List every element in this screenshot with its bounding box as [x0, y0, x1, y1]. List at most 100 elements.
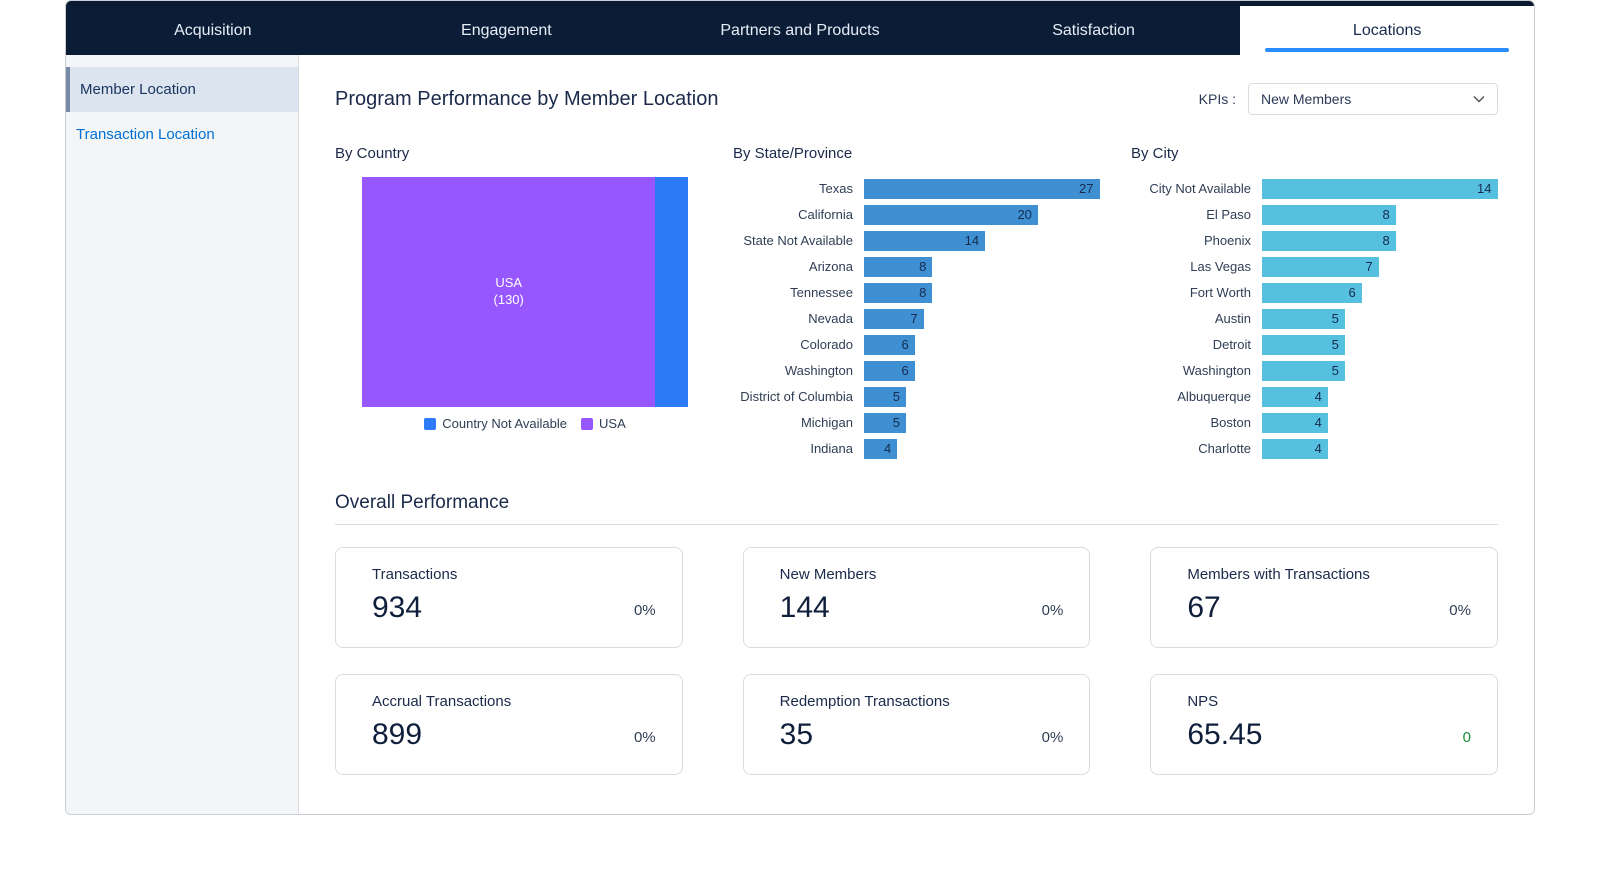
bar-row[interactable]: Boston4	[1131, 410, 1511, 435]
bar[interactable]: 14	[863, 230, 986, 252]
bar-row[interactable]: Fort Worth6	[1131, 280, 1511, 305]
card-label: NPS	[1187, 693, 1262, 710]
bar[interactable]: 8	[1261, 204, 1397, 226]
bar[interactable]: 27	[863, 178, 1101, 200]
bar[interactable]: 6	[863, 334, 916, 356]
bar-label: Phoenix	[1131, 233, 1261, 248]
bar-row[interactable]: California20	[733, 202, 1113, 227]
kpi-card-accrual-transactions[interactable]: Accrual Transactions8990%	[335, 674, 683, 775]
sidebar: Member LocationTransaction Location	[66, 55, 299, 814]
bar[interactable]: 5	[1261, 334, 1346, 356]
bar-row[interactable]: Albuquerque4	[1131, 384, 1511, 409]
bar[interactable]: 7	[1261, 256, 1380, 278]
card-value: 67	[1187, 591, 1370, 625]
bar-row[interactable]: Washington6	[733, 358, 1113, 383]
bar-label: Boston	[1131, 415, 1261, 430]
bar[interactable]: 8	[863, 282, 933, 304]
legend-item[interactable]: Country Not Available	[424, 416, 567, 431]
sidebar-item-member-location[interactable]: Member Location	[66, 67, 298, 112]
bar-track: 14	[863, 230, 1113, 252]
card-delta: 0%	[1042, 729, 1064, 752]
bar-row[interactable]: Phoenix8	[1131, 228, 1511, 253]
bar-label: Tennessee	[733, 285, 863, 300]
bar-row[interactable]: Arizona8	[733, 254, 1113, 279]
bar-row[interactable]: District of Columbia5	[733, 384, 1113, 409]
bar-track: 7	[1261, 256, 1511, 278]
tab-satisfaction[interactable]: Satisfaction	[947, 6, 1241, 55]
kpi-card-transactions[interactable]: Transactions9340%	[335, 547, 683, 648]
bar-track: 8	[1261, 230, 1511, 252]
kpi-select[interactable]: New Members	[1248, 83, 1498, 115]
kpi-card-new-members[interactable]: New Members1440%	[743, 547, 1091, 648]
chart-by-country: By Country USA (130) Country Not Availab…	[335, 145, 715, 462]
bar[interactable]: 5	[863, 386, 907, 408]
bar-row[interactable]: Detroit5	[1131, 332, 1511, 357]
bar[interactable]: 7	[863, 308, 925, 330]
bar[interactable]: 5	[1261, 308, 1346, 330]
bar-list: Texas27California20State Not Available14…	[733, 176, 1113, 461]
bar-label: Colorado	[733, 337, 863, 352]
bar-row[interactable]: Tennessee8	[733, 280, 1113, 305]
bar-row[interactable]: Nevada7	[733, 306, 1113, 331]
bar-row[interactable]: City Not Available14	[1131, 176, 1511, 201]
bar-row[interactable]: Austin5	[1131, 306, 1511, 331]
bar[interactable]: 20	[863, 204, 1039, 226]
bar[interactable]: 6	[1261, 282, 1363, 304]
bar-label: Indiana	[733, 441, 863, 456]
bar-track: 8	[1261, 204, 1511, 226]
bar-row[interactable]: Colorado6	[733, 332, 1113, 357]
bar-track: 5	[1261, 334, 1511, 356]
bar-track: 5	[863, 412, 1113, 434]
bar-label: Michigan	[733, 415, 863, 430]
tab-locations[interactable]: Locations	[1240, 6, 1534, 55]
treemap-segment-na[interactable]	[655, 177, 688, 407]
sidebar-item-transaction-location[interactable]: Transaction Location	[66, 112, 298, 157]
bar-label: Austin	[1131, 311, 1261, 326]
bar-track: 20	[863, 204, 1113, 226]
bar-list: City Not Available14El Paso8Phoenix8Las …	[1131, 176, 1511, 461]
bar-label: Albuquerque	[1131, 389, 1261, 404]
bar[interactable]: 14	[1261, 178, 1499, 200]
kpi-card-nps[interactable]: NPS65.450	[1150, 674, 1498, 775]
bar[interactable]: 5	[863, 412, 907, 434]
bar-track: 5	[1261, 360, 1511, 382]
tab-partners-and-products[interactable]: Partners and Products	[653, 6, 947, 55]
tab-engagement[interactable]: Engagement	[360, 6, 654, 55]
bar-row[interactable]: Washington5	[1131, 358, 1511, 383]
bar[interactable]: 8	[863, 256, 933, 278]
treemap[interactable]: USA (130)	[361, 176, 689, 408]
legend-swatch	[424, 418, 436, 430]
bar-label: Fort Worth	[1131, 285, 1261, 300]
bar-label: Arizona	[733, 259, 863, 274]
bar-row[interactable]: El Paso8	[1131, 202, 1511, 227]
bar-label: Texas	[733, 181, 863, 196]
card-value: 899	[372, 718, 511, 752]
bar-row[interactable]: Texas27	[733, 176, 1113, 201]
bar[interactable]: 4	[863, 438, 898, 460]
kpi-label: KPIs :	[1199, 91, 1236, 107]
tab-acquisition[interactable]: Acquisition	[66, 6, 360, 55]
bar-row[interactable]: Charlotte4	[1131, 436, 1511, 461]
card-delta: 0%	[1449, 602, 1471, 625]
bar[interactable]: 6	[863, 360, 916, 382]
card-label: Members with Transactions	[1187, 566, 1370, 583]
bar[interactable]: 5	[1261, 360, 1346, 382]
card-value: 35	[780, 718, 950, 752]
bar-track: 4	[1261, 438, 1511, 460]
bar-row[interactable]: Las Vegas7	[1131, 254, 1511, 279]
bar-track: 27	[863, 178, 1113, 200]
bar-row[interactable]: Indiana4	[733, 436, 1113, 461]
chart-title: By State/Province	[733, 145, 1113, 162]
bar[interactable]: 4	[1261, 438, 1329, 460]
bar[interactable]: 4	[1261, 386, 1329, 408]
kpi-card-redemption-transactions[interactable]: Redemption Transactions 35 0%	[743, 674, 1091, 775]
bar-row[interactable]: State Not Available14	[733, 228, 1113, 253]
card-label: Redemption Transactions	[780, 693, 950, 710]
legend-item[interactable]: USA	[581, 416, 626, 431]
bar-row[interactable]: Michigan5	[733, 410, 1113, 435]
kpi-card-members-with-transactions[interactable]: Members with Transactions 67 0%	[1150, 547, 1498, 648]
treemap-segment-usa[interactable]: USA (130)	[362, 177, 655, 407]
bar[interactable]: 4	[1261, 412, 1329, 434]
bar[interactable]: 8	[1261, 230, 1397, 252]
bar-label: Detroit	[1131, 337, 1261, 352]
